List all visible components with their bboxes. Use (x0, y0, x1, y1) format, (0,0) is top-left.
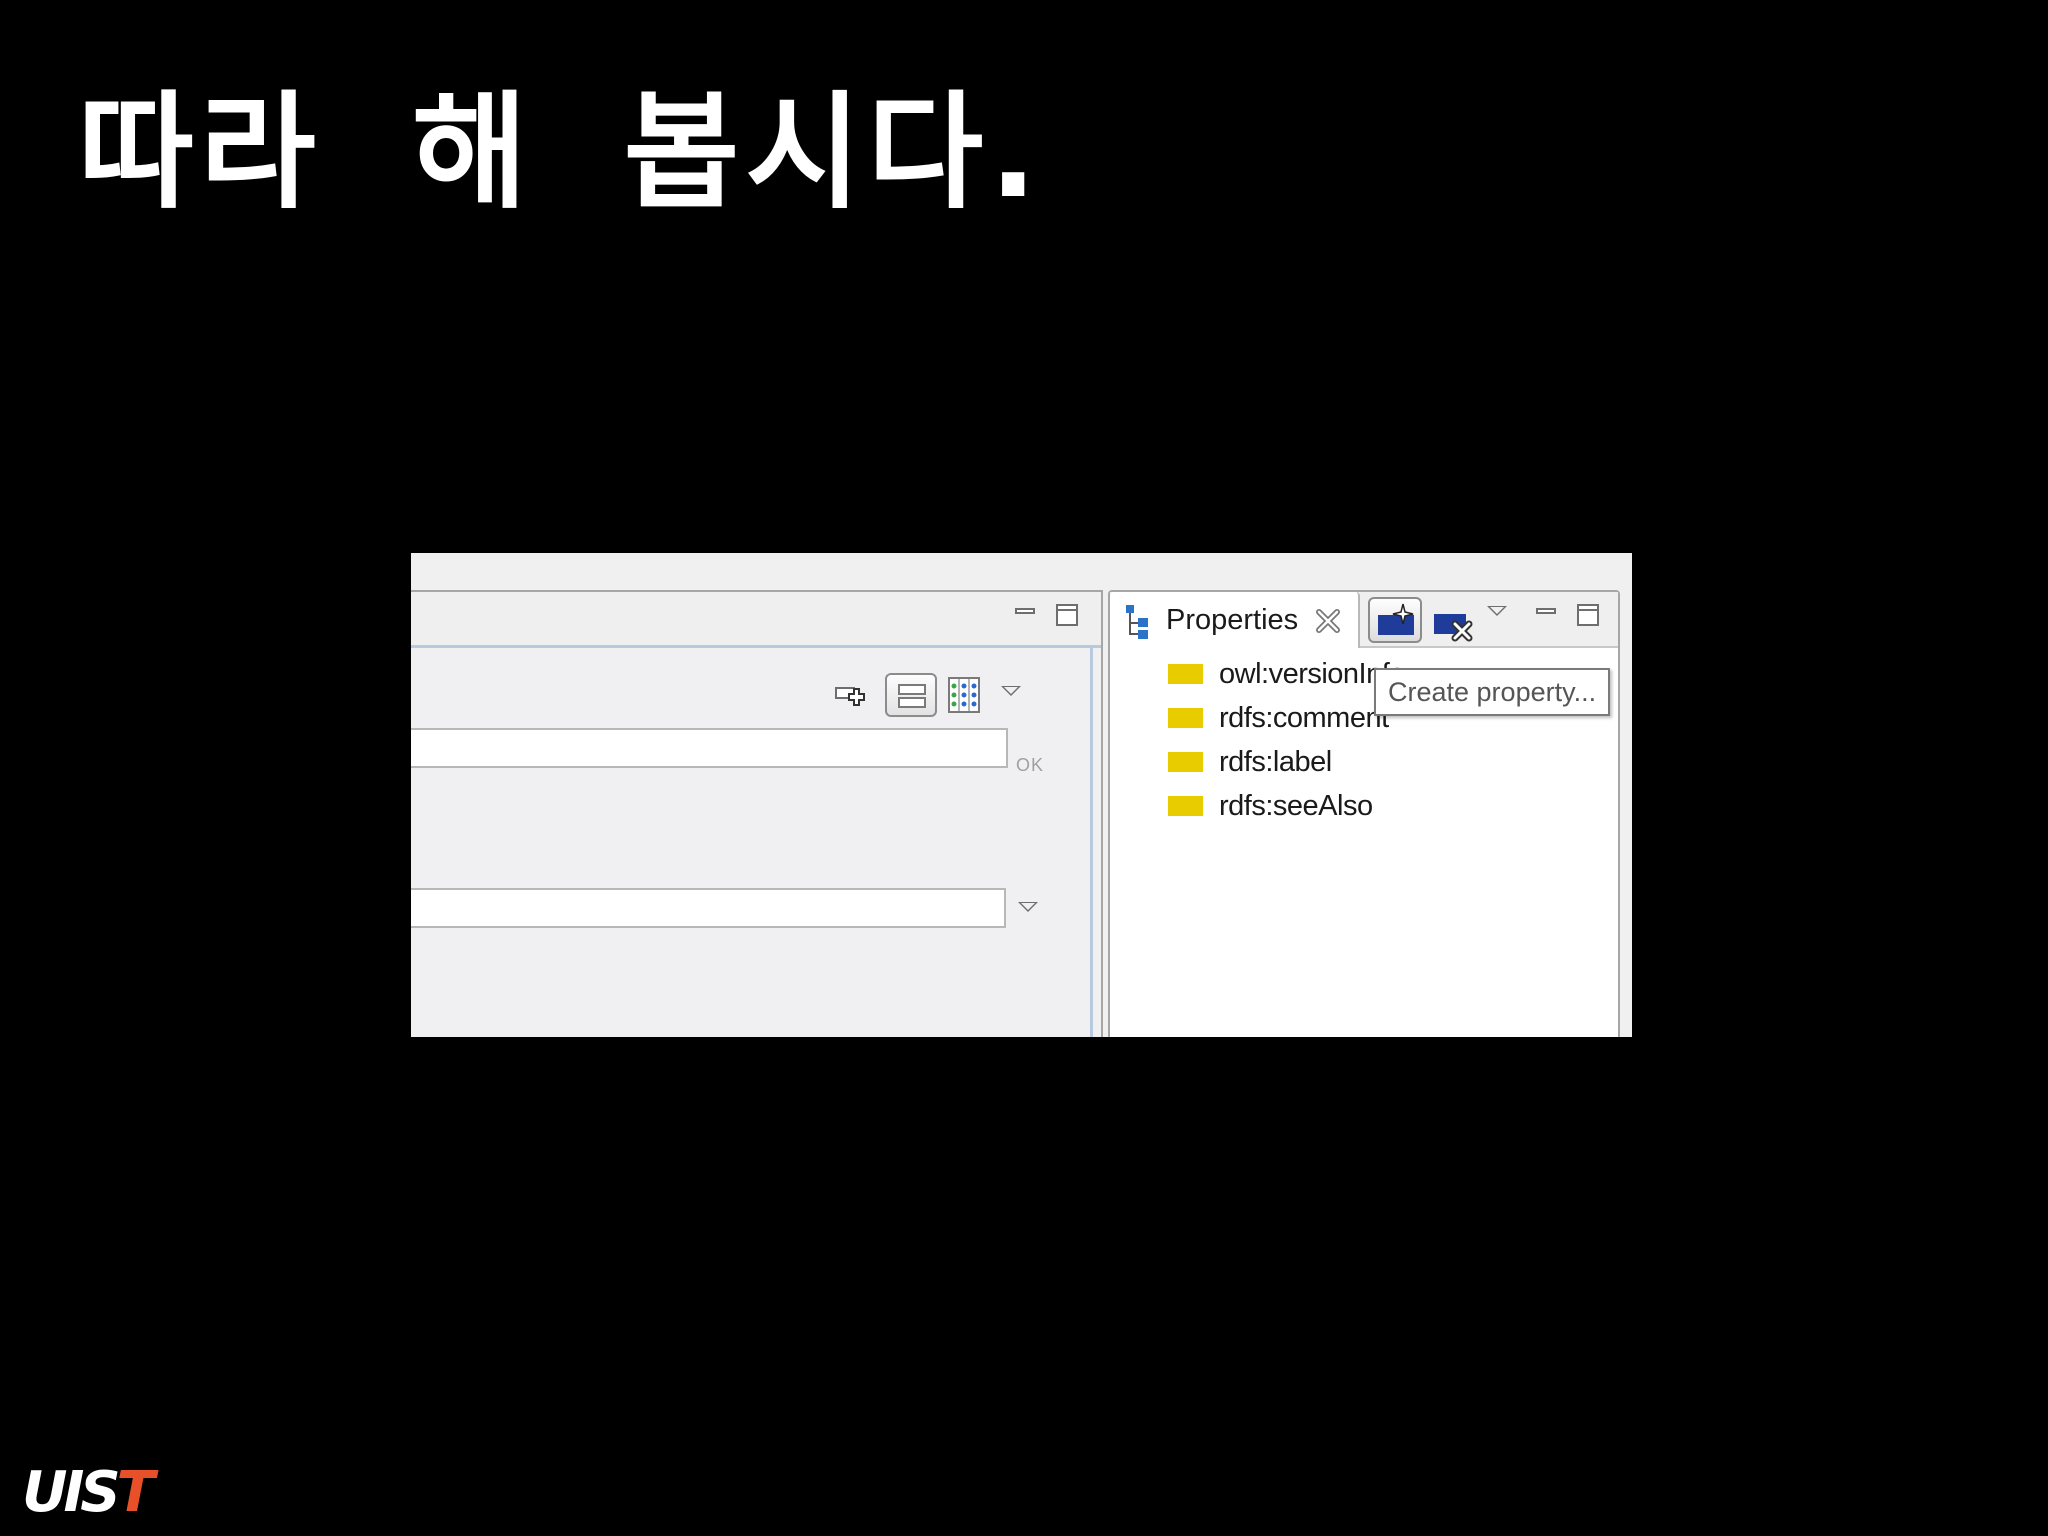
editor-combo-field[interactable] (411, 888, 1006, 928)
delete-property-icon[interactable] (1433, 602, 1473, 642)
properties-tab-label: Properties (1166, 604, 1299, 636)
editor-menu-chevron-down-icon[interactable] (1001, 686, 1021, 696)
slide-title: 따라 해 봅시다. (78, 79, 1044, 226)
create-property-button[interactable] (1368, 597, 1422, 643)
tab-properties[interactable]: Properties (1110, 592, 1360, 648)
property-icon (1168, 708, 1203, 728)
property-icon (1168, 752, 1203, 772)
logo-text-red: T (116, 1460, 155, 1525)
list-item[interactable]: rdfs:comment (1168, 698, 1389, 738)
editor-tab-strip (411, 592, 1101, 648)
combo-chevron-down-icon[interactable] (1018, 902, 1038, 912)
maximize-icon[interactable] (1577, 604, 1599, 626)
add-row-icon[interactable] (835, 683, 871, 713)
editor-maximize-icon[interactable] (1056, 604, 1078, 626)
minimize-icon[interactable] (1536, 608, 1556, 614)
window-edge (1620, 590, 1632, 1037)
property-label: rdfs:seeAlso (1219, 789, 1373, 822)
list-item[interactable]: owl:versionInfo (1168, 654, 1405, 694)
properties-view: Properties owl:versionInfo rdfs:comment … (1108, 590, 1620, 1037)
layout-toggle-button[interactable] (885, 673, 937, 717)
editor-text-field[interactable] (411, 728, 1008, 768)
tree-properties-icon (1126, 605, 1148, 639)
list-item[interactable]: rdfs:label (1168, 742, 1332, 782)
create-property-tooltip: Create property... (1374, 668, 1611, 716)
editor-content: OK (411, 648, 1093, 1037)
logo-text-white: UIS (22, 1460, 121, 1525)
property-label: rdfs:comment (1219, 701, 1389, 734)
close-icon[interactable] (1315, 608, 1341, 634)
property-icon (1168, 796, 1203, 816)
ok-label[interactable]: OK (1016, 755, 1044, 776)
app-screenshot: OK Properties owl:versionInfo rdfs:comme… (411, 553, 1632, 1037)
columns-icon[interactable] (948, 677, 980, 713)
property-icon (1168, 664, 1203, 684)
property-label: rdfs:label (1219, 745, 1332, 778)
create-property-icon (1378, 603, 1414, 635)
editor-minimize-icon[interactable] (1015, 608, 1035, 614)
list-item[interactable]: rdfs:seeAlso (1168, 786, 1373, 826)
properties-view-header: Properties (1110, 592, 1618, 648)
editor-pane: OK (411, 590, 1103, 1037)
view-menu-chevron-down-icon[interactable] (1487, 606, 1507, 616)
uist-logo: UIST (22, 1465, 155, 1521)
